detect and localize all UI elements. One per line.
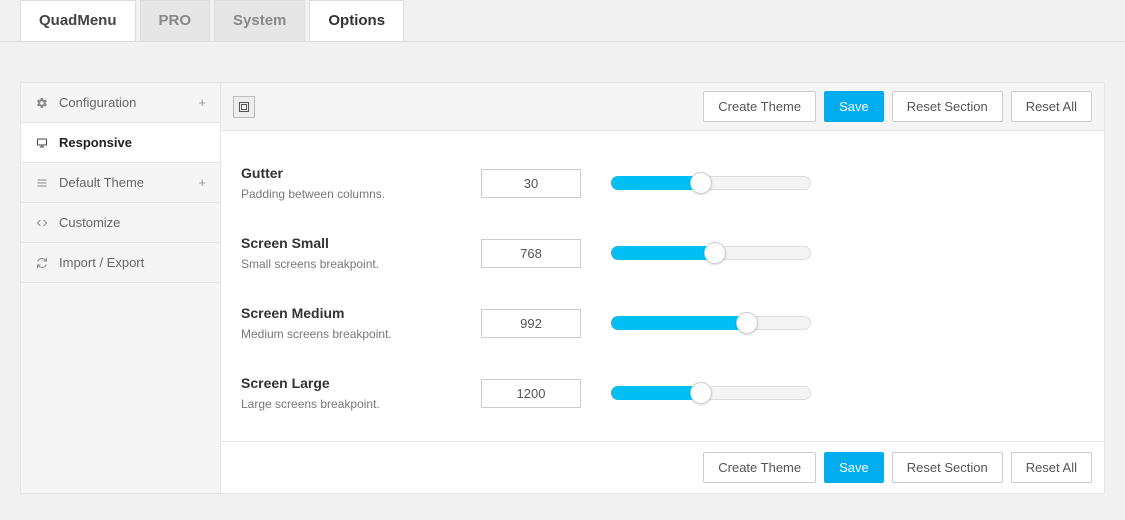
slider-fill: [611, 246, 715, 260]
slider-fill: [611, 176, 701, 190]
sidebar-item-customize[interactable]: Customize: [21, 203, 220, 243]
sidebar-item-default-theme[interactable]: Default Theme +: [21, 163, 220, 203]
gutter-input[interactable]: [481, 169, 581, 198]
setting-desc: Large screens breakpoint.: [241, 397, 481, 411]
monitor-icon: [35, 136, 49, 150]
screen-small-slider[interactable]: [611, 242, 811, 264]
create-theme-button[interactable]: Create Theme: [703, 91, 816, 122]
sidebar-item-responsive[interactable]: Responsive: [21, 123, 220, 163]
setting-row-screen-medium: Screen Medium Medium screens breakpoint.: [241, 281, 1084, 351]
sidebar: Configuration + Responsive Default Theme…: [20, 82, 220, 494]
slider-thumb[interactable]: [690, 172, 712, 194]
setting-title: Screen Medium: [241, 305, 481, 321]
tab-quadmenu[interactable]: QuadMenu: [20, 0, 136, 41]
sidebar-item-label: Customize: [59, 215, 120, 230]
sidebar-item-label: Responsive: [59, 135, 132, 150]
setting-row-gutter: Gutter Padding between columns.: [241, 141, 1084, 211]
save-button[interactable]: Save: [824, 452, 884, 483]
setting-desc: Small screens breakpoint.: [241, 257, 481, 271]
slider-fill: [611, 316, 747, 330]
setting-title: Screen Small: [241, 235, 481, 251]
sidebar-item-label: Import / Export: [59, 255, 144, 270]
setting-title: Screen Large: [241, 375, 481, 391]
slider-fill: [611, 386, 701, 400]
reset-section-button[interactable]: Reset Section: [892, 452, 1003, 483]
setting-title: Gutter: [241, 165, 481, 181]
create-theme-button[interactable]: Create Theme: [703, 452, 816, 483]
save-button[interactable]: Save: [824, 91, 884, 122]
expand-icon: +: [198, 175, 206, 190]
gutter-slider[interactable]: [611, 172, 811, 194]
screen-large-input[interactable]: [481, 379, 581, 408]
reset-all-button[interactable]: Reset All: [1011, 452, 1092, 483]
setting-desc: Padding between columns.: [241, 187, 481, 201]
slider-thumb[interactable]: [736, 312, 758, 334]
expand-icon: +: [198, 95, 206, 110]
expand-panel-icon[interactable]: [233, 96, 255, 118]
slider-thumb[interactable]: [690, 382, 712, 404]
screen-small-input[interactable]: [481, 239, 581, 268]
bars-icon: [35, 176, 49, 190]
settings-panel: Create Theme Save Reset Section Reset Al…: [220, 82, 1105, 494]
setting-row-screen-large: Screen Large Large screens breakpoint.: [241, 351, 1084, 421]
reset-all-button[interactable]: Reset All: [1011, 91, 1092, 122]
screen-large-slider[interactable]: [611, 382, 811, 404]
toolbar-top: Create Theme Save Reset Section Reset Al…: [221, 83, 1104, 131]
sidebar-item-configuration[interactable]: Configuration +: [21, 83, 220, 123]
sidebar-item-import-export[interactable]: Import / Export: [21, 243, 220, 283]
screen-medium-slider[interactable]: [611, 312, 811, 334]
reset-section-button[interactable]: Reset Section: [892, 91, 1003, 122]
tab-pro[interactable]: PRO: [140, 0, 211, 41]
setting-desc: Medium screens breakpoint.: [241, 327, 481, 341]
sidebar-item-label: Default Theme: [59, 175, 144, 190]
gear-icon: [35, 96, 49, 110]
top-tabs: QuadMenu PRO System Options: [0, 0, 1125, 42]
setting-row-screen-small: Screen Small Small screens breakpoint.: [241, 211, 1084, 281]
settings-rows: Gutter Padding between columns. Screen S…: [221, 131, 1104, 441]
refresh-icon: [35, 256, 49, 270]
sidebar-item-label: Configuration: [59, 95, 136, 110]
screen-medium-input[interactable]: [481, 309, 581, 338]
slider-thumb[interactable]: [704, 242, 726, 264]
code-icon: [35, 216, 49, 230]
tab-system[interactable]: System: [214, 0, 305, 41]
tab-options[interactable]: Options: [309, 0, 404, 41]
main-wrap: Configuration + Responsive Default Theme…: [20, 82, 1105, 494]
toolbar-bottom: Create Theme Save Reset Section Reset Al…: [221, 441, 1104, 493]
